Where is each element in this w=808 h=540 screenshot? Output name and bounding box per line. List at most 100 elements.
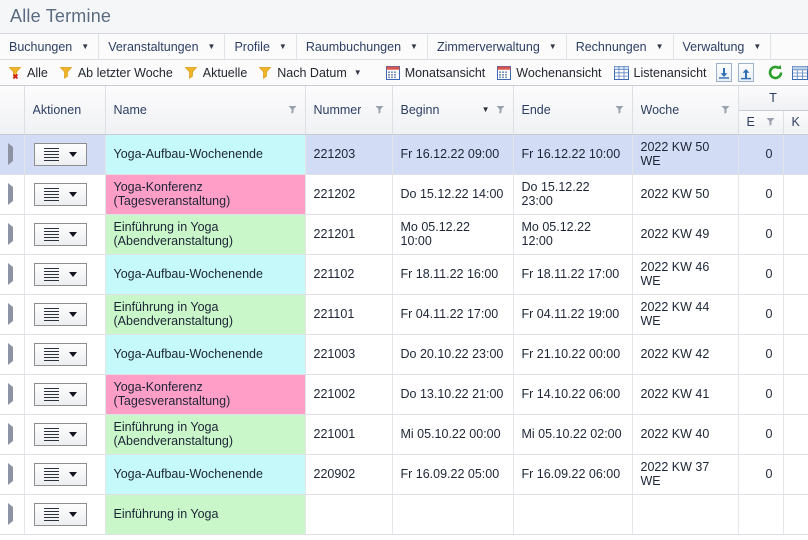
row-expand-cell[interactable] bbox=[0, 214, 25, 255]
cell-ende[interactable]: Fr 16.12.22 10:00 bbox=[513, 134, 633, 175]
row-actions-cell[interactable] bbox=[24, 294, 106, 335]
table-row[interactable]: Einführung in Yoga bbox=[0, 494, 808, 535]
row-menu-button[interactable] bbox=[33, 462, 87, 486]
export-button[interactable] bbox=[788, 60, 808, 85]
table-row[interactable]: Yoga-Aufbau-Wochenende 221003 Do 20.10.22 … bbox=[0, 334, 808, 375]
cell-beginn[interactable]: Do 20.10.22 23:00 bbox=[392, 334, 514, 375]
chevron-down-icon[interactable]: ▼ bbox=[81, 42, 89, 51]
table-row[interactable]: Yoga-Konferenz (Tagesveranstaltung) 221002… bbox=[0, 374, 808, 415]
table-row[interactable]: Einführung in Yoga (Abendveranstaltung) 22… bbox=[0, 294, 808, 335]
row-menu-button[interactable] bbox=[33, 262, 87, 286]
expand-triangle-icon[interactable] bbox=[8, 183, 13, 205]
col-header-aktionen[interactable]: Aktionen bbox=[24, 86, 106, 135]
cell-k[interactable] bbox=[783, 174, 808, 215]
row-menu-button[interactable] bbox=[33, 342, 87, 366]
toolbar-item-alle[interactable]: Alle bbox=[3, 60, 54, 85]
col-header-k[interactable]: K bbox=[783, 110, 808, 135]
menu-item-verwaltung[interactable]: Verwaltung ▼ bbox=[674, 34, 772, 59]
cell-beginn[interactable]: Fr 18.11.22 16:00 bbox=[392, 254, 514, 295]
menu-item-veranstaltungen[interactable]: Veranstaltungen ▼ bbox=[99, 34, 226, 59]
filter-icon[interactable] bbox=[496, 105, 505, 115]
chevron-down-icon[interactable] bbox=[68, 351, 77, 357]
chevron-down-icon[interactable] bbox=[68, 191, 77, 197]
cell-nummer[interactable]: 221002 bbox=[305, 374, 393, 415]
expand-triangle-icon[interactable] bbox=[8, 383, 13, 405]
filter-icon[interactable] bbox=[766, 117, 775, 127]
row-expand-cell[interactable] bbox=[0, 494, 25, 535]
sort-descending-icon[interactable]: ▼ bbox=[482, 105, 490, 114]
cell-beginn[interactable]: Mo 05.12.22 10:00 bbox=[392, 214, 514, 255]
row-actions-cell[interactable] bbox=[24, 214, 106, 255]
menu-item-raumbuchungen[interactable]: Raumbuchungen ▼ bbox=[297, 34, 428, 59]
chevron-down-icon[interactable]: ▼ bbox=[279, 42, 287, 51]
table-row[interactable]: Yoga-Aufbau-Wochenende 221203 Fr 16.12.22 … bbox=[0, 134, 808, 175]
cell-name[interactable]: Einführung in Yoga (Abendveranstaltung) bbox=[105, 214, 306, 255]
toolbar-item-ab-letzter-woche[interactable]: Ab letzter Woche bbox=[54, 60, 179, 85]
cell-beginn[interactable]: Fr 16.09.22 05:00 bbox=[392, 454, 514, 495]
row-expand-cell[interactable] bbox=[0, 374, 25, 415]
toolbar-item-nach-datum[interactable]: Nach Datum ▼ bbox=[253, 60, 367, 85]
toolbar-item-monatsansicht[interactable]: Monatsansicht bbox=[380, 60, 492, 85]
cell-e[interactable]: 0 bbox=[738, 374, 784, 415]
expand-triangle-icon[interactable] bbox=[8, 263, 13, 285]
chevron-down-icon[interactable] bbox=[68, 431, 77, 437]
cell-nummer[interactable]: 221201 bbox=[305, 214, 393, 255]
table-row[interactable]: Einführung in Yoga (Abendveranstaltung) 22… bbox=[0, 414, 808, 455]
cell-e[interactable]: 0 bbox=[738, 414, 784, 455]
cell-name[interactable]: Yoga-Aufbau-Wochenende bbox=[105, 254, 306, 295]
cell-k[interactable] bbox=[783, 414, 808, 455]
row-expand-cell[interactable] bbox=[0, 174, 25, 215]
expand-triangle-icon[interactable] bbox=[8, 503, 13, 525]
menu-item-rechnungen[interactable]: Rechnungen ▼ bbox=[567, 34, 674, 59]
row-expand-cell[interactable] bbox=[0, 134, 25, 175]
expand-triangle-icon[interactable] bbox=[8, 223, 13, 245]
col-header-name[interactable]: Name bbox=[105, 86, 306, 135]
table-row[interactable]: Yoga-Konferenz (Tagesveranstaltung) 221202… bbox=[0, 174, 808, 215]
cell-woche[interactable]: 2022 KW 42 bbox=[632, 334, 739, 375]
filter-icon[interactable] bbox=[288, 105, 297, 115]
cell-ende[interactable]: Mi 05.10.22 02:00 bbox=[513, 414, 633, 455]
col-header-nummer[interactable]: Nummer bbox=[305, 86, 393, 135]
cell-woche[interactable]: 2022 KW 40 bbox=[632, 414, 739, 455]
row-actions-cell[interactable] bbox=[24, 454, 106, 495]
row-expand-cell[interactable] bbox=[0, 294, 25, 335]
cell-e[interactable]: 0 bbox=[738, 254, 784, 295]
row-menu-button[interactable] bbox=[33, 302, 87, 326]
collapse-all-button[interactable] bbox=[715, 63, 732, 82]
cell-e[interactable]: 0 bbox=[738, 334, 784, 375]
menu-item-zimmerverwaltung[interactable]: Zimmerverwaltung ▼ bbox=[428, 34, 567, 59]
cell-name[interactable]: Einführung in Yoga (Abendveranstaltung) bbox=[105, 414, 306, 455]
cell-name[interactable]: Yoga-Aufbau-Wochenende bbox=[105, 334, 306, 375]
chevron-down-icon[interactable] bbox=[68, 271, 77, 277]
cell-e[interactable] bbox=[738, 494, 784, 535]
col-header-beginn[interactable]: Beginn ▼ bbox=[392, 86, 514, 135]
cell-woche[interactable]: 2022 KW 50 WE bbox=[632, 134, 739, 175]
menu-item-profile[interactable]: Profile ▼ bbox=[225, 34, 297, 59]
table-row[interactable]: Yoga-Aufbau-Wochenende 221102 Fr 18.11.22 … bbox=[0, 254, 808, 295]
cell-name[interactable]: Einführung in Yoga bbox=[105, 494, 306, 535]
filter-icon[interactable] bbox=[721, 105, 730, 115]
cell-beginn[interactable]: Do 13.10.22 21:00 bbox=[392, 374, 514, 415]
cell-nummer[interactable]: 221101 bbox=[305, 294, 393, 335]
cell-ende[interactable]: Fr 21.10.22 00:00 bbox=[513, 334, 633, 375]
col-header-woche[interactable]: Woche bbox=[632, 86, 739, 135]
chevron-down-icon[interactable] bbox=[68, 391, 77, 397]
expand-triangle-icon[interactable] bbox=[8, 143, 13, 165]
chevron-down-icon[interactable]: ▼ bbox=[354, 68, 362, 77]
row-expand-cell[interactable] bbox=[0, 334, 25, 375]
cell-k[interactable] bbox=[783, 454, 808, 495]
toolbar-item-wochenansicht[interactable]: Wochenansicht bbox=[491, 60, 607, 85]
cell-k[interactable] bbox=[783, 294, 808, 335]
cell-name[interactable]: Einführung in Yoga (Abendveranstaltung) bbox=[105, 294, 306, 335]
cell-woche[interactable]: 2022 KW 41 bbox=[632, 374, 739, 415]
chevron-down-icon[interactable]: ▼ bbox=[549, 42, 557, 51]
cell-woche[interactable]: 2022 KW 49 bbox=[632, 214, 739, 255]
cell-nummer[interactable] bbox=[305, 494, 393, 535]
cell-woche[interactable]: 2022 KW 44 WE bbox=[632, 294, 739, 335]
expand-triangle-icon[interactable] bbox=[8, 343, 13, 365]
row-actions-cell[interactable] bbox=[24, 374, 106, 415]
cell-ende[interactable]: Fr 14.10.22 06:00 bbox=[513, 374, 633, 415]
cell-k[interactable] bbox=[783, 334, 808, 375]
chevron-down-icon[interactable] bbox=[68, 471, 77, 477]
cell-woche[interactable]: 2022 KW 37 WE bbox=[632, 454, 739, 495]
